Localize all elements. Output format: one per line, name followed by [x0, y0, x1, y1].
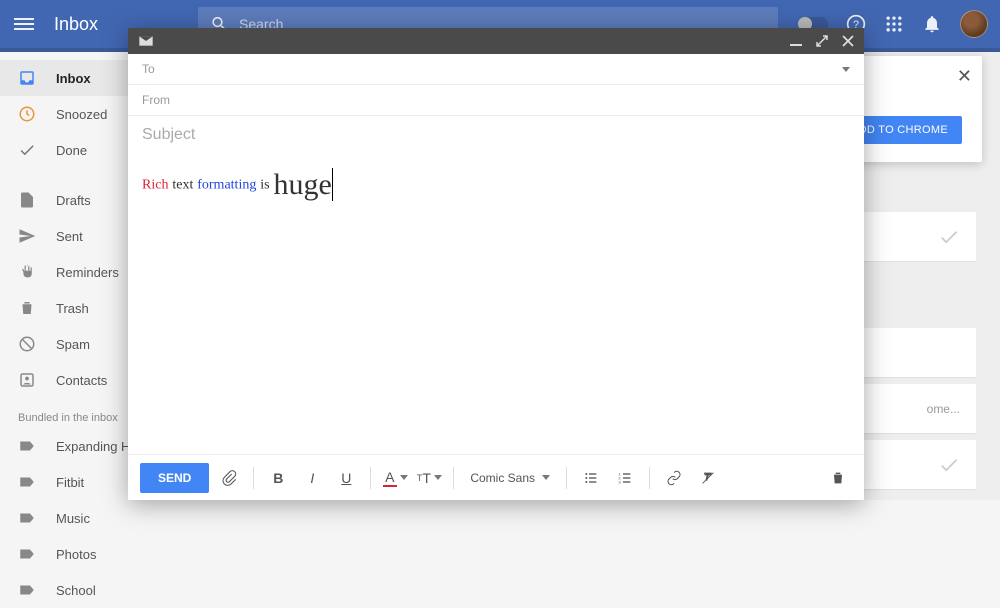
sidebar-item-label: Snoozed	[56, 107, 107, 122]
hand-icon	[18, 263, 36, 281]
sidebar-item-label: Drafts	[56, 193, 91, 208]
trash-icon	[830, 470, 846, 486]
sidebar-item-label: Done	[56, 143, 87, 158]
done-check-icon[interactable]	[938, 226, 960, 248]
label-icon	[18, 509, 36, 527]
expand-icon[interactable]	[816, 35, 828, 47]
editor-word: text	[172, 178, 193, 193]
italic-button[interactable]: I	[298, 464, 326, 492]
sidebar-item-label: Reminders	[56, 265, 119, 280]
font-name-label: Comic Sans	[470, 471, 535, 485]
clock-icon	[18, 105, 36, 123]
file-icon	[18, 191, 36, 209]
number-list-icon: 123	[617, 470, 633, 486]
inbox-icon	[18, 69, 36, 87]
sidebar-bundle-item[interactable]: Music	[0, 500, 200, 536]
font-select[interactable]: Comic Sans	[464, 467, 556, 489]
minimize-icon[interactable]	[790, 35, 802, 47]
clear-format-button[interactable]	[694, 464, 722, 492]
bullet-list-icon	[583, 470, 599, 486]
discard-button[interactable]	[824, 464, 852, 492]
notifications-icon[interactable]	[922, 14, 942, 34]
sidebar-item-label: Trash	[56, 301, 89, 316]
apps-icon[interactable]	[884, 14, 904, 34]
trash-icon	[18, 299, 36, 317]
close-icon[interactable]: ✕	[957, 66, 972, 87]
sidebar-item-label: Fitbit	[56, 475, 84, 490]
close-icon[interactable]	[842, 35, 854, 47]
sidebar-item-label: Contacts	[56, 373, 107, 388]
attach-button[interactable]	[215, 464, 243, 492]
sidebar-item-label: Spam	[56, 337, 90, 352]
sidebar-item-label: School	[56, 583, 96, 598]
compose-toolbar: SEND B I U A TT Comic Sans 123	[128, 454, 864, 500]
from-label: From	[142, 93, 170, 107]
editor-word: huge	[273, 168, 332, 201]
paperclip-icon	[221, 470, 237, 486]
sidebar-item-label: Sent	[56, 229, 83, 244]
send-button[interactable]: SEND	[140, 463, 209, 493]
send-icon	[18, 227, 36, 245]
compose-editor[interactable]: Rich text formatting is huge	[128, 154, 864, 454]
editor-word: formatting	[197, 178, 256, 193]
check-icon	[18, 141, 36, 159]
sidebar-item-label: Photos	[56, 547, 96, 562]
label-icon	[18, 545, 36, 563]
compose-dialog: To From Subject Rich text formatting is …	[128, 28, 864, 500]
app-title: Inbox	[54, 14, 98, 35]
bold-button[interactable]: B	[264, 464, 292, 492]
underline-button[interactable]: U	[332, 464, 360, 492]
menu-icon[interactable]	[12, 12, 36, 36]
editor-word: is	[260, 178, 269, 193]
spam-icon	[18, 335, 36, 353]
number-list-button[interactable]: 123	[611, 464, 639, 492]
label-icon	[18, 581, 36, 599]
to-field-row[interactable]: To	[128, 54, 864, 85]
to-label: To	[142, 62, 155, 76]
link-icon	[666, 470, 682, 486]
from-field-row[interactable]: From	[128, 85, 864, 116]
subject-field[interactable]: Subject	[128, 116, 864, 154]
avatar[interactable]	[960, 10, 988, 38]
sidebar-item-label: Inbox	[56, 71, 91, 86]
text-color-button[interactable]: A	[381, 464, 409, 492]
subject-placeholder: Subject	[142, 126, 195, 143]
chevron-down-icon	[542, 475, 550, 480]
sidebar-bundle-item[interactable]: School	[0, 572, 200, 608]
from-input[interactable]	[178, 93, 850, 107]
editor-word: Rich	[142, 178, 168, 193]
label-icon	[18, 437, 36, 455]
label-icon	[18, 473, 36, 491]
text-size-button[interactable]: TT	[415, 464, 443, 492]
bullet-list-button[interactable]	[577, 464, 605, 492]
row-stub-text: ome...	[927, 402, 960, 416]
compose-header[interactable]	[128, 28, 864, 54]
done-check-icon[interactable]	[938, 454, 960, 476]
svg-text:3: 3	[618, 479, 621, 484]
sidebar-item-label: Music	[56, 511, 90, 526]
sidebar-bundle-item[interactable]: Photos	[0, 536, 200, 572]
link-button[interactable]	[660, 464, 688, 492]
clear-format-icon	[700, 470, 716, 486]
chevron-down-icon[interactable]	[842, 67, 850, 72]
contact-icon	[18, 371, 36, 389]
to-input[interactable]	[163, 62, 842, 76]
mail-icon	[138, 35, 154, 47]
